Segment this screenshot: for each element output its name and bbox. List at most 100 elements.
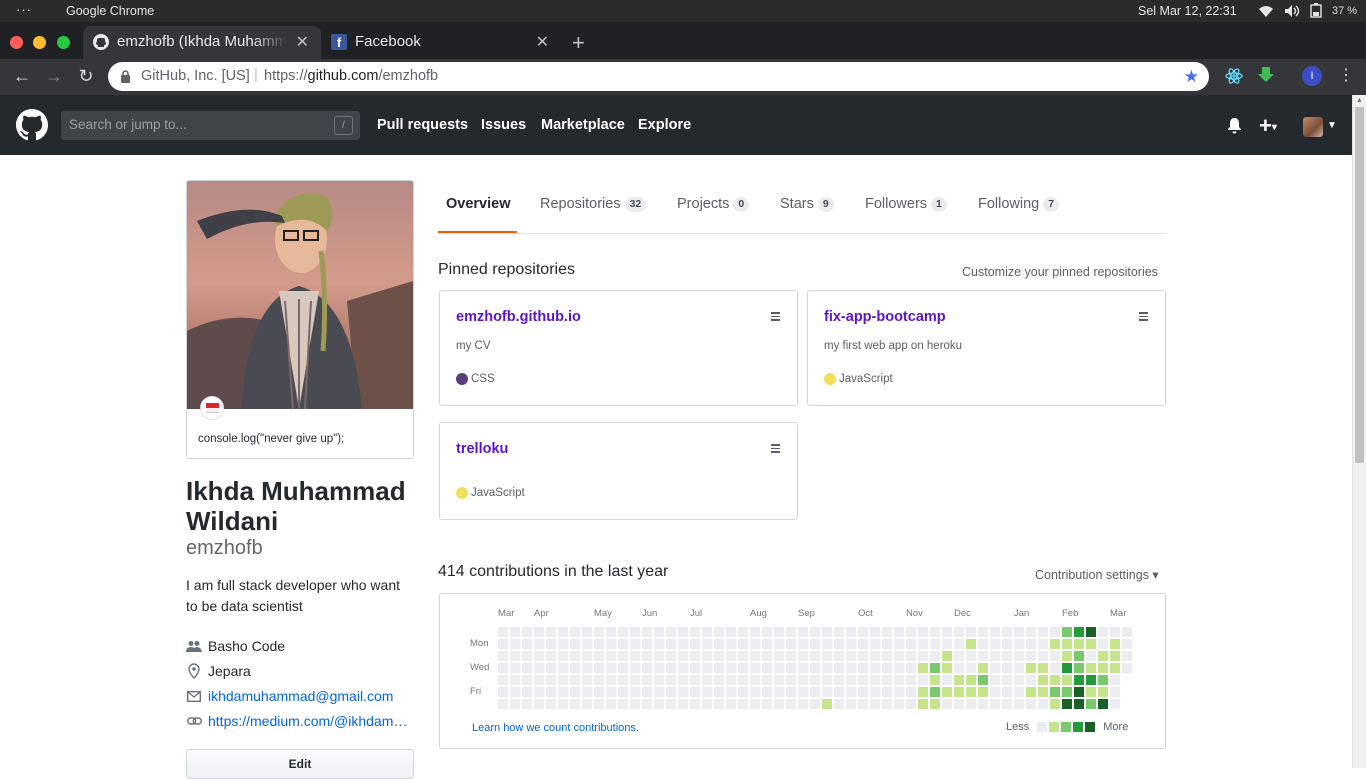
contribution-day-cell[interactable] bbox=[870, 699, 880, 709]
bookmark-star-icon[interactable]: ★ bbox=[1184, 67, 1199, 87]
contribution-day-cell[interactable] bbox=[678, 627, 688, 637]
contribution-day-cell[interactable] bbox=[918, 675, 928, 685]
contribution-day-cell[interactable] bbox=[762, 687, 772, 697]
contribution-day-cell[interactable] bbox=[762, 663, 772, 673]
contribution-day-cell[interactable] bbox=[846, 675, 856, 685]
contribution-day-cell[interactable] bbox=[834, 675, 844, 685]
contribution-day-cell[interactable] bbox=[1110, 639, 1120, 649]
contribution-day-cell[interactable] bbox=[954, 627, 964, 637]
contribution-day-cell[interactable] bbox=[798, 699, 808, 709]
scrollbar-thumb[interactable] bbox=[1355, 107, 1364, 463]
contribution-day-cell[interactable] bbox=[762, 675, 772, 685]
contribution-day-cell[interactable] bbox=[822, 651, 832, 661]
contribution-day-cell[interactable] bbox=[510, 627, 520, 637]
contribution-day-cell[interactable] bbox=[642, 627, 652, 637]
contribution-day-cell[interactable] bbox=[1086, 651, 1096, 661]
contribution-day-cell[interactable] bbox=[558, 627, 568, 637]
contribution-day-cell[interactable] bbox=[1086, 627, 1096, 637]
contribution-day-cell[interactable] bbox=[942, 627, 952, 637]
contribution-day-cell[interactable] bbox=[930, 699, 940, 709]
nav-explore[interactable]: Explore bbox=[638, 117, 691, 133]
contribution-day-cell[interactable] bbox=[510, 651, 520, 661]
contribution-day-cell[interactable] bbox=[558, 699, 568, 709]
contribution-day-cell[interactable] bbox=[822, 699, 832, 709]
contribution-day-cell[interactable] bbox=[510, 675, 520, 685]
contribution-day-cell[interactable] bbox=[846, 663, 856, 673]
contribution-day-cell[interactable] bbox=[1038, 639, 1048, 649]
contribution-day-cell[interactable] bbox=[774, 699, 784, 709]
contribution-day-cell[interactable] bbox=[606, 651, 616, 661]
contribution-day-cell[interactable] bbox=[522, 639, 532, 649]
nav-pull-requests[interactable]: Pull requests bbox=[377, 117, 468, 133]
contribution-day-cell[interactable] bbox=[798, 675, 808, 685]
contribution-day-cell[interactable] bbox=[534, 675, 544, 685]
contribution-day-cell[interactable] bbox=[942, 663, 952, 673]
contribution-day-cell[interactable] bbox=[930, 687, 940, 697]
contribution-day-cell[interactable] bbox=[582, 699, 592, 709]
contribution-day-cell[interactable] bbox=[702, 651, 712, 661]
contribution-day-cell[interactable] bbox=[678, 699, 688, 709]
contribution-day-cell[interactable] bbox=[726, 699, 736, 709]
github-logo-icon[interactable] bbox=[16, 109, 48, 146]
contribution-day-cell[interactable] bbox=[666, 627, 676, 637]
contribution-day-cell[interactable] bbox=[894, 699, 904, 709]
contribution-day-cell[interactable] bbox=[690, 687, 700, 697]
contribution-day-cell[interactable] bbox=[858, 627, 868, 637]
contribution-day-cell[interactable] bbox=[858, 699, 868, 709]
contribution-day-cell[interactable] bbox=[654, 651, 664, 661]
contribution-day-cell[interactable] bbox=[858, 651, 868, 661]
contribution-day-cell[interactable] bbox=[966, 699, 976, 709]
contribution-day-cell[interactable] bbox=[966, 663, 976, 673]
contribution-day-cell[interactable] bbox=[570, 687, 580, 697]
contribution-day-cell[interactable] bbox=[990, 639, 1000, 649]
contribution-day-cell[interactable] bbox=[954, 675, 964, 685]
contribution-day-cell[interactable] bbox=[774, 675, 784, 685]
contribution-day-cell[interactable] bbox=[726, 675, 736, 685]
contribution-day-cell[interactable] bbox=[930, 663, 940, 673]
contribution-day-cell[interactable] bbox=[834, 687, 844, 697]
nav-issues[interactable]: Issues bbox=[481, 117, 526, 133]
contribution-day-cell[interactable] bbox=[1038, 687, 1048, 697]
browser-tab-github[interactable]: emzhofb (Ikhda Muhammad Wildani) ✕ bbox=[83, 26, 321, 59]
contribution-day-cell[interactable] bbox=[906, 687, 916, 697]
download-extension-icon[interactable] bbox=[1257, 66, 1275, 89]
contribution-day-cell[interactable] bbox=[1002, 639, 1012, 649]
contribution-day-cell[interactable] bbox=[1110, 699, 1120, 709]
contribution-day-cell[interactable] bbox=[762, 639, 772, 649]
contribution-day-cell[interactable] bbox=[606, 699, 616, 709]
contribution-day-cell[interactable] bbox=[1038, 675, 1048, 685]
contribution-day-cell[interactable] bbox=[642, 663, 652, 673]
contribution-day-cell[interactable] bbox=[642, 687, 652, 697]
contribution-day-cell[interactable] bbox=[522, 627, 532, 637]
contribution-day-cell[interactable] bbox=[750, 687, 760, 697]
window-minimize-button[interactable] bbox=[33, 36, 46, 49]
contribution-day-cell[interactable] bbox=[618, 699, 628, 709]
contribution-day-cell[interactable] bbox=[1026, 675, 1036, 685]
contribution-day-cell[interactable] bbox=[510, 663, 520, 673]
contribution-day-cell[interactable] bbox=[798, 627, 808, 637]
contribution-day-cell[interactable] bbox=[1110, 663, 1120, 673]
contribution-day-cell[interactable] bbox=[690, 639, 700, 649]
create-new-plus-icon[interactable]: +▾ bbox=[1259, 113, 1277, 139]
contribution-day-cell[interactable] bbox=[1086, 675, 1096, 685]
contribution-day-cell[interactable] bbox=[1002, 675, 1012, 685]
contribution-day-cell[interactable] bbox=[834, 663, 844, 673]
contribution-day-cell[interactable] bbox=[714, 627, 724, 637]
contribution-day-cell[interactable] bbox=[978, 663, 988, 673]
contribution-day-cell[interactable] bbox=[798, 663, 808, 673]
contribution-day-cell[interactable] bbox=[1014, 663, 1024, 673]
contribution-day-cell[interactable] bbox=[690, 675, 700, 685]
nav-marketplace[interactable]: Marketplace bbox=[541, 117, 625, 133]
contribution-day-cell[interactable] bbox=[738, 675, 748, 685]
contribution-day-cell[interactable] bbox=[810, 687, 820, 697]
contribution-day-cell[interactable] bbox=[1110, 675, 1120, 685]
contribution-day-cell[interactable] bbox=[570, 663, 580, 673]
contribution-day-cell[interactable] bbox=[546, 627, 556, 637]
contribution-day-cell[interactable] bbox=[786, 663, 796, 673]
contribution-day-cell[interactable] bbox=[642, 639, 652, 649]
contribution-day-cell[interactable] bbox=[498, 687, 508, 697]
contribution-day-cell[interactable] bbox=[534, 639, 544, 649]
contribution-day-cell[interactable] bbox=[558, 687, 568, 697]
contribution-day-cell[interactable] bbox=[774, 651, 784, 661]
email-link[interactable]: ikhdamuhammad@gmail.com bbox=[208, 688, 393, 704]
